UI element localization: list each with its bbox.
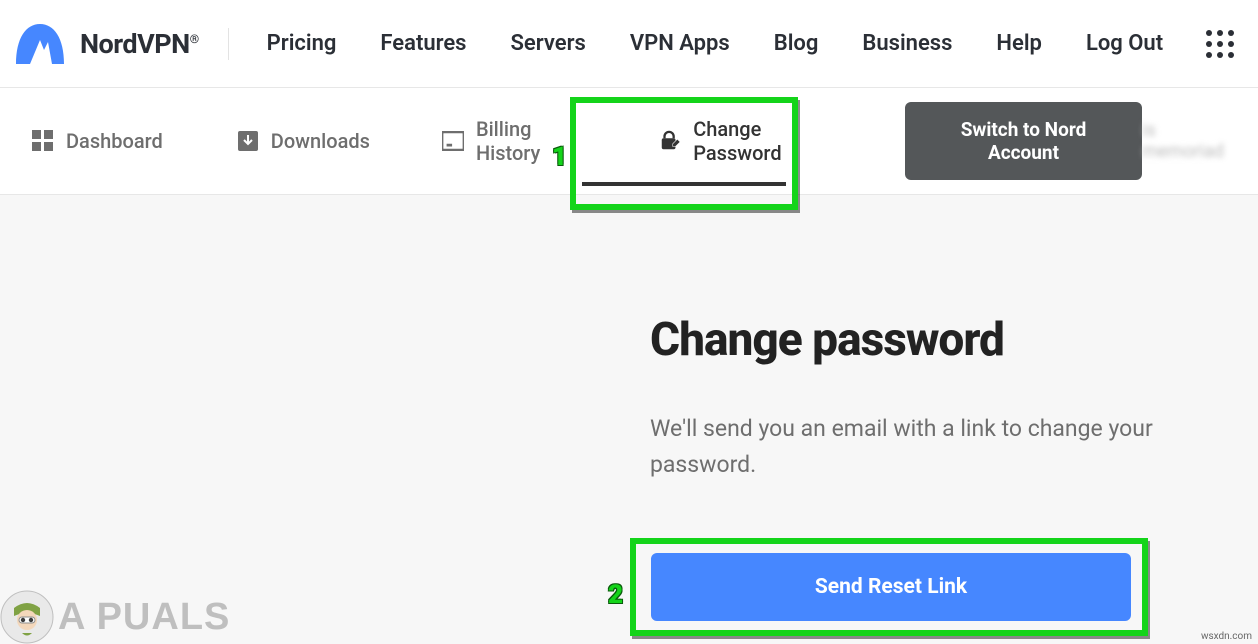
page-description: We'll send you an email with a link to c… <box>650 411 1160 482</box>
download-icon <box>237 130 259 152</box>
lock-edit-icon <box>659 130 681 152</box>
annotation-label-1: 1 <box>552 142 567 172</box>
subtab-billing[interactable]: Billing History <box>420 88 613 194</box>
top-navigation: NordVPN® Pricing Features Servers VPN Ap… <box>0 0 1258 88</box>
nav-help[interactable]: Help <box>996 31 1042 56</box>
annotation-label-2: 2 <box>608 580 623 610</box>
billing-icon <box>442 130 464 152</box>
send-reset-link-button[interactable]: Send Reset Link <box>651 553 1131 621</box>
apps-grid-icon[interactable] <box>1206 30 1234 58</box>
nav-logout[interactable]: Log Out <box>1086 31 1163 56</box>
appuals-avatar-icon <box>0 590 54 644</box>
account-subnav: Dashboard Downloads Billing History Chan… <box>0 88 1258 195</box>
switch-account-button[interactable]: Switch to Nord Account <box>905 102 1142 180</box>
brand-name-text: NordVPN® <box>80 28 199 60</box>
nav-vpn-apps[interactable]: VPN Apps <box>630 31 730 56</box>
send-reset-wrap: Send Reset Link <box>632 538 1150 636</box>
watermark-text: A PUALS <box>58 596 230 639</box>
source-attribution: wsxdn.com <box>1201 631 1252 642</box>
subtab-dashboard-label: Dashboard <box>66 129 163 153</box>
user-email-blurred: is memoriad <box>1142 120 1236 162</box>
nordvpn-logo-icon <box>14 20 66 68</box>
nav-pricing[interactable]: Pricing <box>267 31 337 56</box>
dashboard-icon <box>32 130 54 152</box>
subtab-change-password[interactable]: Change Password <box>637 88 865 194</box>
subtab-downloads-label: Downloads <box>271 129 370 153</box>
watermark-logo: A PUALS <box>0 590 230 644</box>
subtab-downloads[interactable]: Downloads <box>215 88 392 194</box>
nav-business[interactable]: Business <box>862 31 952 56</box>
subtab-change-password-label: Change Password <box>693 117 843 165</box>
brand-logo[interactable]: NordVPN® <box>14 20 229 68</box>
nav-features[interactable]: Features <box>380 31 466 56</box>
primary-nav: Pricing Features Servers VPN Apps Blog B… <box>267 31 1176 56</box>
nav-blog[interactable]: Blog <box>774 31 819 56</box>
subtab-dashboard[interactable]: Dashboard <box>10 88 185 194</box>
nav-servers[interactable]: Servers <box>510 31 585 56</box>
page-title: Change password <box>650 313 1160 367</box>
subtab-billing-label: Billing History <box>476 117 591 165</box>
active-tab-underline <box>582 182 786 186</box>
